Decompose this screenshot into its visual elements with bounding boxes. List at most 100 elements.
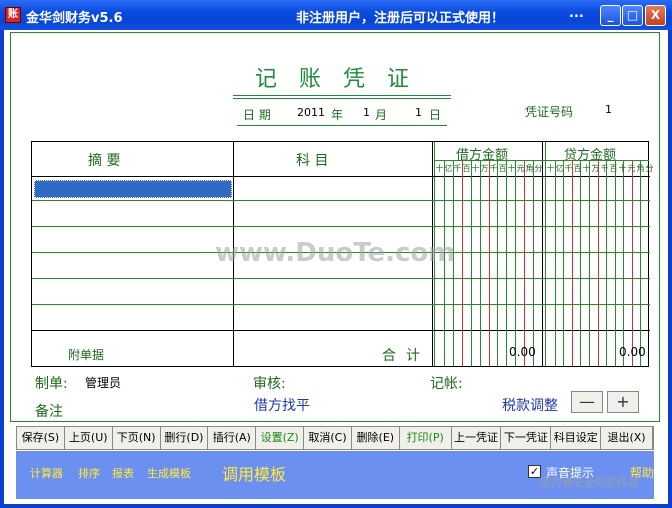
digit-column-line bbox=[580, 161, 582, 366]
digit-column-line bbox=[533, 161, 535, 366]
unit-label: 亿 bbox=[555, 164, 564, 173]
unit-label: 分 bbox=[534, 164, 543, 173]
action-toolbar: 保存(S) 上页(U) 下页(N) 删行(D) 插行(A) 设置(Z) 取消(C) 删除(E)… bbox=[16, 426, 654, 450]
toolbar-button-0[interactable]: 保存(S) bbox=[17, 427, 65, 449]
digit-column-line bbox=[588, 161, 590, 366]
toolbar-button-4[interactable]: 插行(A) bbox=[208, 427, 257, 449]
toolbar-button-9[interactable]: 上一凭证 bbox=[452, 427, 502, 449]
credit-units: 十亿千百十万千百十元角分 bbox=[546, 162, 654, 176]
toolbar-button-7[interactable]: 删除(E) bbox=[352, 427, 400, 449]
toolbar-button-3[interactable]: 删行(D) bbox=[161, 427, 209, 449]
digit-column-line bbox=[571, 161, 573, 366]
summary-header: 摘 要 bbox=[88, 153, 121, 169]
toolbar-button-12[interactable]: 退出(X) bbox=[601, 427, 653, 449]
voucher-number[interactable]: 1 bbox=[605, 103, 612, 116]
unit-label: 千 bbox=[564, 164, 573, 173]
unit-label: 元 bbox=[627, 164, 636, 173]
row-line bbox=[32, 278, 650, 279]
app-icon: 账 bbox=[5, 7, 21, 23]
year-label: 年 bbox=[331, 108, 344, 122]
generate-template-link[interactable]: 生成模板 bbox=[147, 465, 191, 481]
toolbar-button-11[interactable]: 科目设定 bbox=[551, 427, 602, 449]
use-template-button[interactable]: 调用模板 bbox=[222, 461, 286, 485]
date-month[interactable]: 1 bbox=[363, 106, 370, 119]
unit-label: 万 bbox=[591, 164, 600, 173]
month-label: 月 bbox=[375, 108, 388, 122]
title-bar[interactable]: 账 金华剑财务v5.6 非注册用户，注册后可以正式使用！ ... _ □ X bbox=[0, 0, 672, 30]
row-line bbox=[32, 200, 650, 201]
toolbar-button-8[interactable]: 打印(P) bbox=[400, 427, 452, 449]
date-year[interactable]: 2011 bbox=[297, 106, 325, 119]
unit-label: 十 bbox=[435, 164, 444, 173]
watermark-2: 国内最安全的软件站 bbox=[540, 476, 639, 489]
sort-link[interactable]: 排序 bbox=[78, 465, 100, 481]
calculator-link[interactable]: 计算器 bbox=[30, 465, 63, 481]
tax-plus-button[interactable]: + bbox=[607, 391, 639, 413]
voucher-number-label: 凭证号码 bbox=[525, 105, 574, 119]
title-underline-2 bbox=[233, 98, 451, 99]
window-title: 金华剑财务v5.6 bbox=[26, 11, 123, 26]
minimize-button[interactable]: _ bbox=[600, 5, 621, 26]
tax-adjust-label: 税款调整 bbox=[502, 398, 558, 414]
date-day[interactable]: 1 bbox=[415, 106, 422, 119]
digit-column-line bbox=[506, 161, 508, 366]
summary-cell-selected[interactable] bbox=[34, 180, 232, 198]
digit-column-line bbox=[515, 161, 517, 366]
digit-column-line bbox=[563, 161, 565, 366]
digit-column-line bbox=[479, 161, 481, 366]
unit-label: 元 bbox=[516, 164, 525, 173]
attachments-label: 附单据 bbox=[68, 348, 105, 362]
digit-column-line bbox=[461, 161, 463, 366]
app-window: 账 金华剑财务v5.6 非注册用户，注册后可以正式使用！ ... _ □ X 记… bbox=[0, 0, 672, 508]
digit-column-line bbox=[606, 161, 608, 366]
unit-label: 亿 bbox=[444, 164, 453, 173]
unit-label: 角 bbox=[636, 164, 645, 173]
title-underline bbox=[233, 95, 451, 96]
unit-label: 千 bbox=[600, 164, 609, 173]
report-link[interactable]: 报表 bbox=[112, 465, 134, 481]
title-dots: ... bbox=[569, 6, 584, 21]
row-line bbox=[32, 226, 650, 227]
digit-column-line bbox=[524, 161, 526, 366]
maximize-button[interactable]: □ bbox=[622, 5, 643, 26]
toolbar-button-6[interactable]: 取消(C) bbox=[304, 427, 352, 449]
date-label: 日 期 bbox=[243, 108, 271, 122]
unit-label: 分 bbox=[645, 164, 654, 173]
voucher-form: 记账凭证 日 期 2011 年 1 月 1 日 凭证号码 1 摘 要 科 目 借… bbox=[10, 32, 660, 422]
subject-header: 科 目 bbox=[296, 153, 329, 169]
toolbar-button-2[interactable]: 下页(N) bbox=[113, 427, 161, 449]
watermark: www.DuoTe.com bbox=[215, 238, 456, 268]
header-divider bbox=[32, 176, 650, 177]
debit-total: 0.00 bbox=[509, 345, 536, 359]
unit-label: 百 bbox=[462, 164, 471, 173]
digit-column-line bbox=[631, 161, 633, 366]
toolbar-button-1[interactable]: 上页(U) bbox=[65, 427, 113, 449]
registration-notice: 非注册用户，注册后可以正式使用！ bbox=[296, 11, 505, 26]
unit-label: 十 bbox=[471, 164, 480, 173]
toolbar-button-5[interactable]: 设置(Z) bbox=[256, 427, 305, 449]
digit-column-line bbox=[640, 161, 642, 366]
unit-label: 百 bbox=[573, 164, 582, 173]
unit-label: 十 bbox=[546, 164, 555, 173]
unit-label: 千 bbox=[489, 164, 498, 173]
tax-minus-button[interactable]: — bbox=[571, 391, 603, 413]
unit-label: 万 bbox=[480, 164, 489, 173]
maker-name: 管理员 bbox=[85, 376, 122, 390]
day-label: 日 bbox=[429, 108, 442, 122]
toolbar-button-10[interactable]: 下一凭证 bbox=[501, 427, 552, 449]
unit-label: 千 bbox=[453, 164, 462, 173]
digit-column-line bbox=[614, 161, 616, 366]
total-label: 合计 bbox=[382, 348, 430, 364]
close-button[interactable]: X bbox=[645, 5, 666, 26]
digit-column-line bbox=[597, 161, 599, 366]
row-line bbox=[32, 330, 650, 331]
unit-label: 角 bbox=[525, 164, 534, 173]
note-label: 备注 bbox=[35, 404, 63, 420]
digit-column-line bbox=[488, 161, 490, 366]
debit-header: 借方金额 bbox=[456, 148, 509, 163]
digit-column-line bbox=[623, 161, 625, 366]
debit-units: 十亿千百十万千百十元角分 bbox=[435, 162, 543, 176]
balance-status: 借方找平 bbox=[254, 398, 310, 414]
row-line bbox=[32, 304, 650, 305]
unit-label: 十 bbox=[507, 164, 516, 173]
